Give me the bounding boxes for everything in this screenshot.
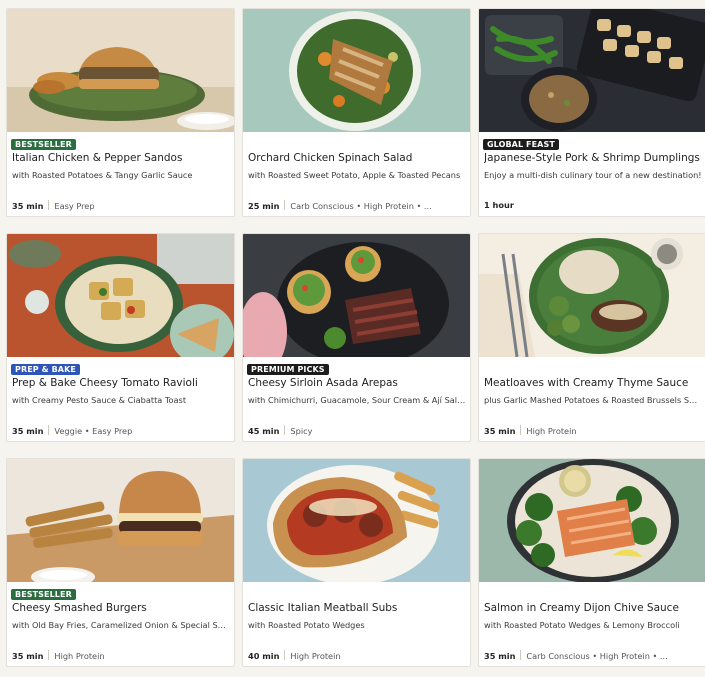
recipe-meta: 45 min Spicy: [248, 425, 312, 437]
recipe-card[interactable]: Salmon in Creamy Dijon Chive Sauce with …: [478, 458, 705, 667]
recipe-title[interactable]: Salmon in Creamy Dijon Chive Sauce: [484, 602, 702, 615]
recipe-title[interactable]: Classic Italian Meatball Subs: [248, 602, 466, 615]
prep-and-bake-badge: PREP & BAKE: [11, 364, 80, 375]
recipe-tags: Easy Prep: [54, 201, 95, 211]
cook-time: 25 min: [248, 201, 280, 211]
recipe-card[interactable]: PREMIUM PICKS Cheesy Sirloin Asada Arepa…: [242, 233, 471, 442]
recipe-card[interactable]: Meatloaves with Creamy Thyme Sauce plus …: [478, 233, 705, 442]
recipe-tags: Spicy: [290, 426, 313, 436]
bestseller-badge: BESTSELLER: [11, 139, 76, 150]
premium-picks-badge: PREMIUM PICKS: [247, 364, 329, 375]
recipe-subtitle: with Chimichurri, Guacamole, Sour Cream …: [248, 395, 466, 405]
recipe-title[interactable]: Orchard Chicken Spinach Salad: [248, 152, 466, 165]
recipe-subtitle: with Old Bay Fries, Caramelized Onion & …: [12, 620, 230, 630]
cook-time: 35 min: [484, 426, 516, 436]
recipe-card[interactable]: BESTSELLER Italian Chicken & Pepper Sand…: [6, 8, 235, 217]
meta-divider: [48, 200, 50, 210]
bestseller-badge: BESTSELLER: [11, 589, 76, 600]
meta-divider: [48, 425, 50, 435]
cook-time: 35 min: [484, 651, 516, 661]
recipe-tags: Carb Conscious • High Protein • ...: [526, 651, 668, 661]
recipe-card[interactable]: PREP & BAKE Prep & Bake Cheesy Tomato Ra…: [6, 233, 235, 442]
meta-divider: [284, 425, 286, 435]
meta-divider: [520, 650, 522, 660]
recipe-subtitle: with Creamy Pesto Sauce & Ciabatta Toast: [12, 395, 187, 405]
recipe-meta: 40 min High Protein: [248, 650, 341, 662]
meta-divider: [48, 650, 50, 660]
recipe-tags: High Protein: [526, 426, 577, 436]
recipe-title[interactable]: Cheesy Smashed Burgers: [12, 602, 230, 615]
recipe-meta: 35 min Easy Prep: [12, 200, 95, 212]
recipe-subtitle: Enjoy a multi-dish culinary tour of a ne…: [484, 170, 702, 180]
recipe-meta: 25 min Carb Conscious • High Protein • ..…: [248, 200, 432, 212]
cook-time: 1 hour: [484, 200, 514, 210]
cook-time: 40 min: [248, 651, 280, 661]
recipe-card[interactable]: Orchard Chicken Spinach Salad with Roast…: [242, 8, 471, 217]
recipe-subtitle: with Roasted Potato Wedges: [248, 620, 365, 630]
recipe-title[interactable]: Prep & Bake Cheesy Tomato Ravioli: [12, 377, 230, 390]
recipe-meta: 35 min High Protein: [484, 425, 577, 437]
recipe-tags: High Protein: [54, 651, 105, 661]
recipe-image[interactable]: [479, 234, 705, 357]
recipe-card[interactable]: Classic Italian Meatball Subs with Roast…: [242, 458, 471, 667]
recipe-tags: Veggie • Easy Prep: [54, 426, 133, 436]
meta-divider: [520, 425, 522, 435]
recipe-subtitle: with Roasted Potato Wedges & Lemony Broc…: [484, 620, 680, 630]
recipe-title[interactable]: Meatloaves with Creamy Thyme Sauce: [484, 377, 702, 390]
recipe-title[interactable]: Cheesy Sirloin Asada Arepas: [248, 377, 466, 390]
recipe-meta: 35 min High Protein: [12, 650, 105, 662]
recipe-image[interactable]: [243, 234, 470, 357]
recipe-image[interactable]: [7, 9, 234, 132]
recipe-subtitle: with Roasted Sweet Potato, Apple & Toast…: [248, 170, 461, 180]
recipe-image[interactable]: [243, 459, 470, 582]
recipe-card[interactable]: GLOBAL FEAST Japanese-Style Pork & Shrim…: [478, 8, 705, 217]
global-feast-badge: GLOBAL FEAST: [483, 139, 559, 150]
recipe-image[interactable]: [243, 9, 470, 132]
meta-divider: [284, 650, 286, 660]
recipe-grid: BESTSELLER Italian Chicken & Pepper Sand…: [6, 8, 705, 668]
recipe-meta: 35 min Carb Conscious • High Protein • ..…: [484, 650, 668, 662]
cook-time: 45 min: [248, 426, 280, 436]
recipe-title[interactable]: Japanese-Style Pork & Shrimp Dumplings: [484, 152, 702, 165]
recipe-meta: 1 hour: [484, 200, 514, 211]
cook-time: 35 min: [12, 426, 44, 436]
recipe-image[interactable]: [7, 234, 234, 357]
recipe-subtitle: plus Garlic Mashed Potatoes & Roasted Br…: [484, 395, 702, 405]
cook-time: 35 min: [12, 651, 44, 661]
recipe-title[interactable]: Italian Chicken & Pepper Sandos: [12, 152, 230, 165]
meta-divider: [284, 200, 286, 210]
recipe-image[interactable]: [479, 459, 705, 582]
recipe-subtitle: with Roasted Potatoes & Tangy Garlic Sau…: [12, 170, 193, 180]
recipe-image[interactable]: [7, 459, 234, 582]
recipe-tags: Carb Conscious • High Protein • ...: [290, 201, 432, 211]
recipe-tags: High Protein: [290, 651, 341, 661]
cook-time: 35 min: [12, 201, 44, 211]
recipe-card[interactable]: BESTSELLER Cheesy Smashed Burgers with O…: [6, 458, 235, 667]
recipe-image[interactable]: [479, 9, 705, 132]
recipe-meta: 35 min Veggie • Easy Prep: [12, 425, 132, 437]
